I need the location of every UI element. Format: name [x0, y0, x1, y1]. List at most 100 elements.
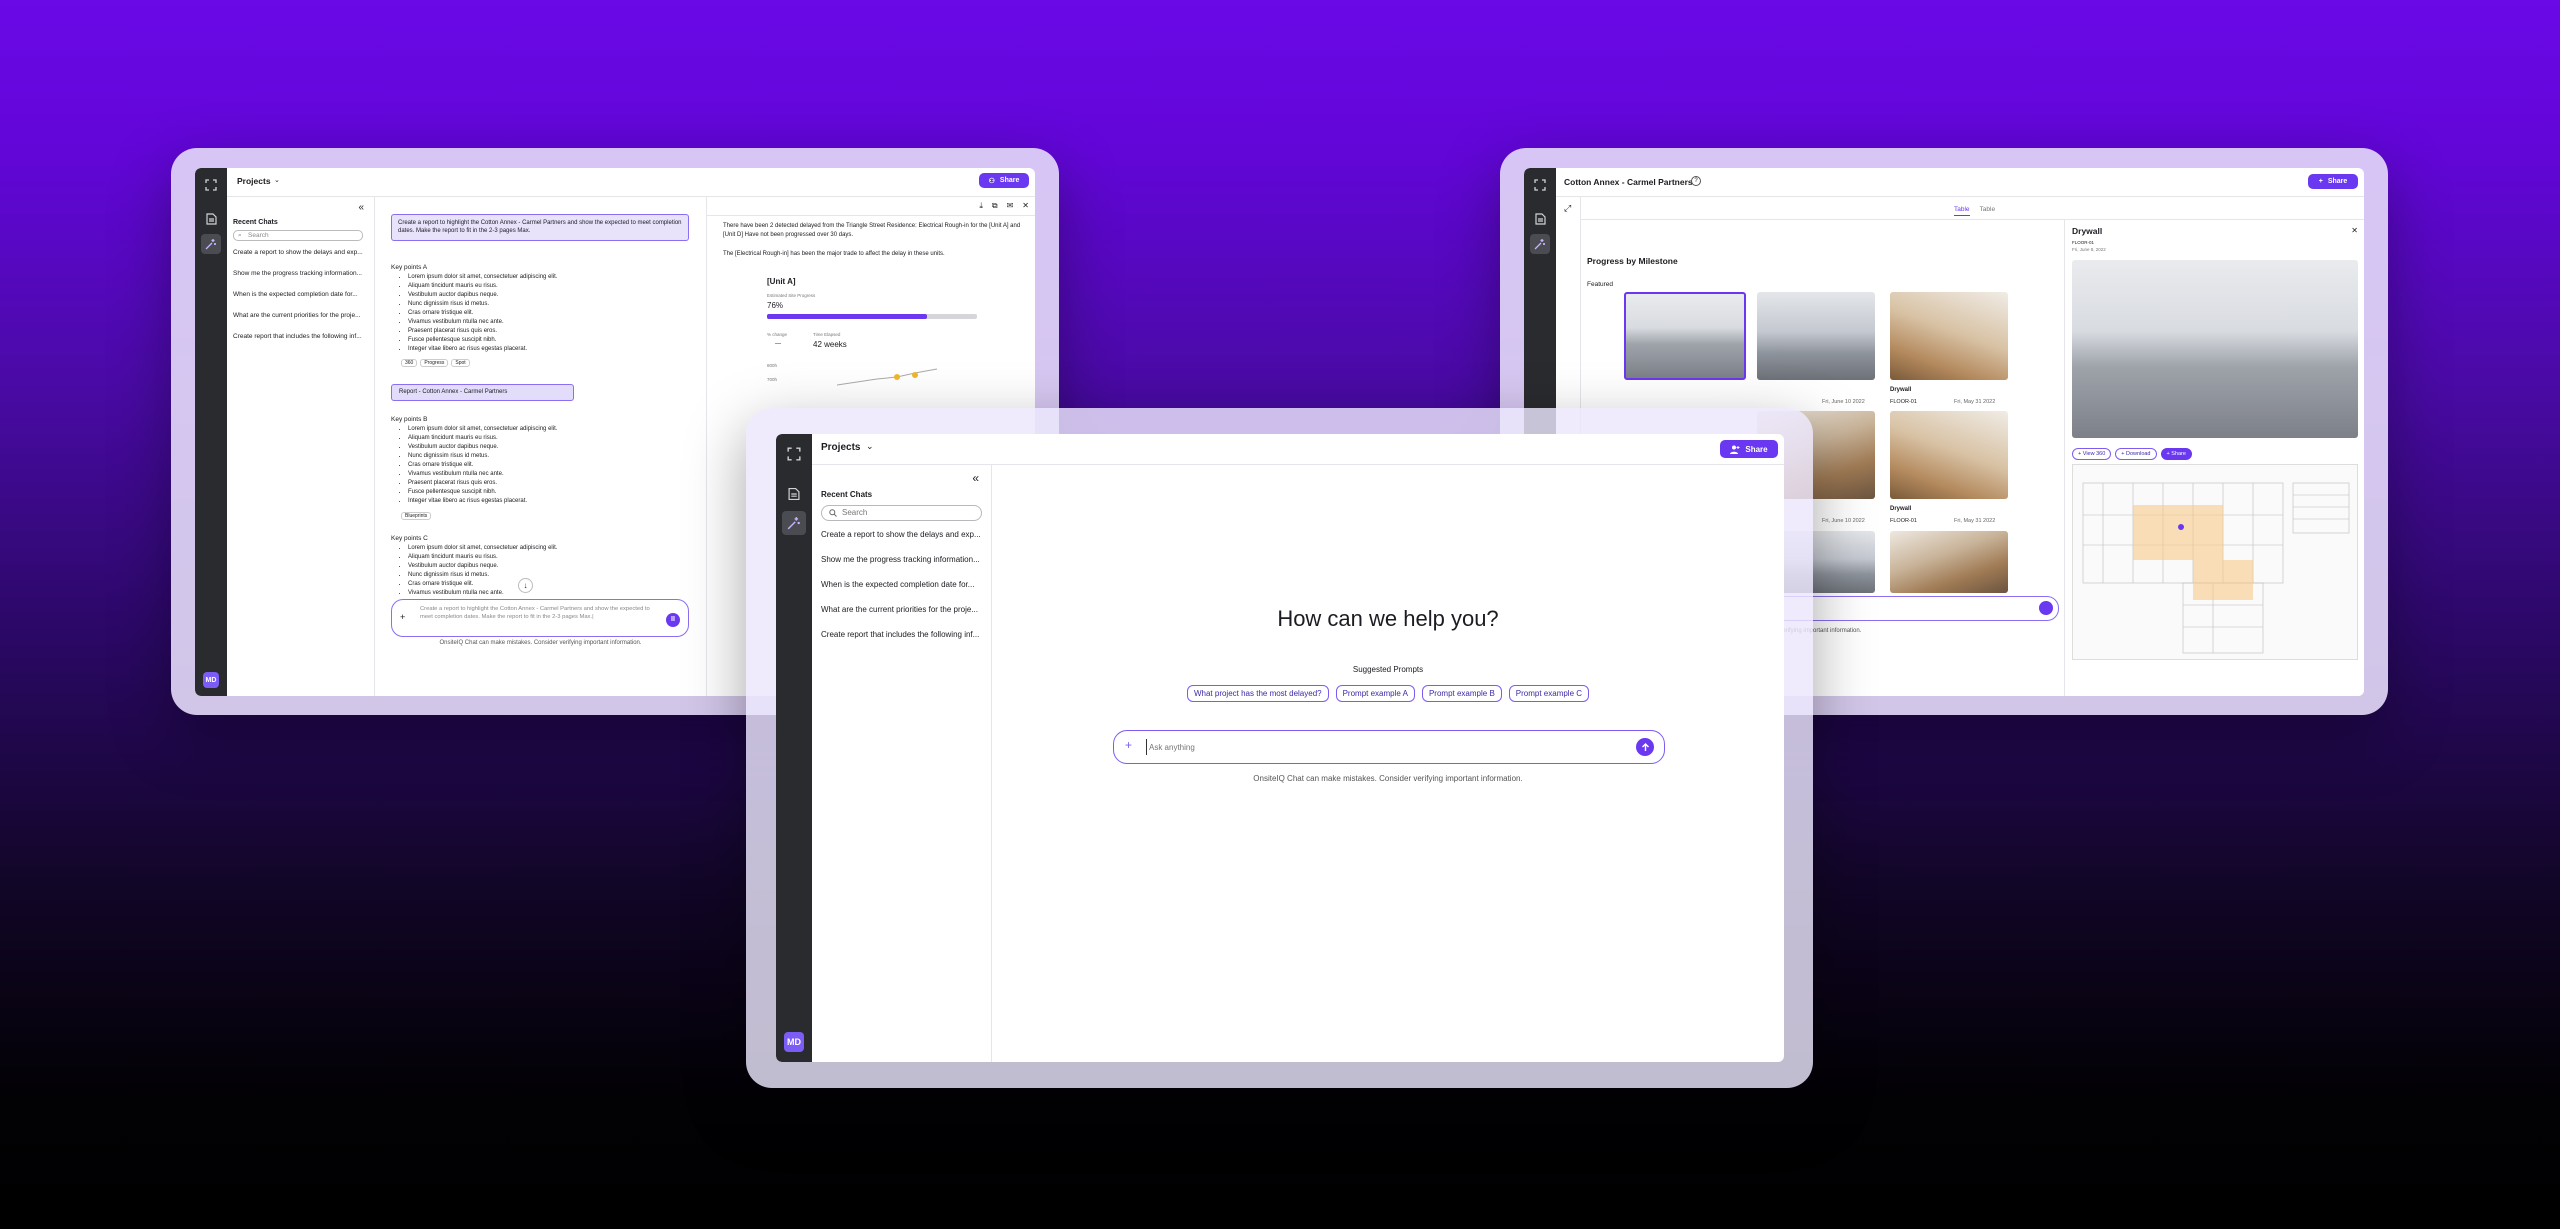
download-icon[interactable]: ⤓ [979, 201, 983, 211]
share-button[interactable]: + Share [2308, 174, 2358, 189]
user-message-bubble: Create a report to highlight the Cotton … [391, 214, 689, 241]
search-input[interactable]: ⌕ Search [233, 230, 363, 241]
arrow-up-icon[interactable] [1636, 738, 1654, 756]
bullet-item: Cras ornare tristique elit. [408, 309, 678, 318]
center-sidebar-rail: MD [776, 434, 812, 1062]
expand-icon[interactable] [1531, 176, 1549, 194]
recent-chat-item[interactable]: Create report that includes the followin… [233, 333, 373, 354]
featured-label: Featured [1587, 281, 1614, 288]
left-recent-panel: « Recent Chats ⌕ Search Create a report t… [227, 197, 375, 696]
report-chip[interactable]: Report - Cotton Annex - Carmel Partners [391, 384, 574, 401]
share-user-icon: ⚇ [988, 177, 995, 185]
chevron-down-icon[interactable]: ⌄ [866, 441, 874, 452]
projects-title[interactable]: Projects [237, 176, 271, 186]
sparkle-icon[interactable] [1530, 234, 1550, 254]
bullet-item: Praesent placerat risus quis eros. [408, 479, 678, 488]
download-button[interactable]: + Download [2115, 448, 2157, 460]
stat-change-label: % change [767, 332, 788, 337]
arrow-up-icon[interactable] [2039, 601, 2053, 615]
copy-icon[interactable]: ⧉ [992, 201, 998, 211]
milestone-photo[interactable] [1624, 292, 1746, 380]
unit-title: [Unit A] [767, 277, 796, 286]
composer-text[interactable]: Create a report to highlight the Cotton … [420, 606, 660, 621]
milestone-photo[interactable] [1890, 292, 2008, 380]
plus-icon[interactable]: + [1125, 738, 1132, 752]
tag-360[interactable]: 360 [401, 359, 418, 367]
bullet-item: Lorem ipsum dolor sit amet, consectetuer… [408, 273, 678, 282]
panel-360-photo[interactable] [2072, 260, 2358, 438]
milestone-photo[interactable] [1757, 292, 1875, 380]
recent-chat-item[interactable]: When is the expected completion date for… [233, 291, 373, 312]
tag-blueprints[interactable]: Blueprints [401, 512, 432, 520]
projects-title[interactable]: Projects [821, 442, 860, 453]
user-avatar[interactable]: MD [203, 672, 219, 688]
left-disclaimer: OnsiteIQ Chat can make mistakes. Conside… [439, 640, 642, 646]
double-chevron-left-icon[interactable]: « [972, 471, 979, 485]
floorplan-image[interactable] [2072, 464, 2358, 660]
tab-table-active[interactable]: Table [1954, 206, 1970, 216]
center-disclaimer: OnsiteIQ Chat can make mistakes. Conside… [1253, 774, 1523, 783]
expand-icon[interactable] [783, 443, 805, 465]
recent-chat-item[interactable]: Show me the progress tracking informatio… [233, 270, 373, 291]
expand-icon[interactable]: ⤢ [1564, 203, 1571, 214]
chevron-down-icon[interactable]: ⌄ [274, 176, 280, 184]
recent-chat-list: Create a report to show the delays and e… [233, 249, 373, 354]
center-window-screen: MD Projects ⌄ Share « Recent Chats Searc… [776, 434, 1784, 1062]
stat-time-value: 42 weeks [813, 340, 847, 349]
document-icon[interactable] [1531, 210, 1549, 228]
double-chevron-left-icon[interactable]: « [358, 202, 364, 213]
bullet-item: Aliquam tincidunt mauris eu risus. [408, 553, 678, 562]
recent-chat-item[interactable]: Create report that includes the followin… [821, 630, 987, 655]
bullet-item: Nunc dignissim risus id metus. [408, 300, 678, 309]
bullet-item: Cras ornare tristique elit. [408, 461, 678, 470]
recent-chat-item[interactable]: Create a report to show the delays and e… [233, 249, 373, 270]
mail-icon[interactable]: ✉ [1007, 201, 1014, 211]
card-title: Drywall [1890, 506, 1912, 512]
search-input[interactable]: Search [821, 505, 982, 521]
recent-chat-item[interactable]: What are the current priorities for the … [233, 312, 373, 333]
milestone-photo[interactable] [1890, 411, 2008, 499]
prompt-chip[interactable]: Prompt example B [1421, 685, 1502, 702]
stat-change-value: — [775, 341, 781, 347]
report-toolbar: ⤓ ⧉ ✉ ✕ [979, 201, 1029, 211]
pause-icon[interactable]: II [666, 613, 680, 627]
progress-label: Estimated Site Progress [767, 293, 816, 298]
share-button[interactable]: ⚇ Share [979, 173, 1029, 188]
report-paragraph-1: There have been 2 detected delayed from … [723, 223, 1021, 238]
recent-chat-item[interactable]: When is the expected completion date for… [821, 580, 987, 605]
recent-chat-item[interactable]: Show me the progress tracking informatio… [821, 555, 987, 580]
recent-chat-item[interactable]: What are the current priorities for the … [821, 605, 987, 630]
document-icon[interactable] [783, 483, 805, 505]
panel-share-button[interactable]: + Share [2160, 448, 2192, 460]
prompt-chip[interactable]: What project has the most delayed? [1186, 685, 1329, 702]
prompt-chip[interactable]: Prompt example C [1508, 685, 1590, 702]
bullet-item: Lorem ipsum dolor sit amet, consectetuer… [408, 425, 678, 434]
close-icon[interactable]: ✕ [2351, 226, 2358, 235]
share-user-icon [1730, 445, 1740, 454]
mini-axis-label: 800h [767, 363, 778, 368]
arrow-down-icon[interactable]: ↓ [518, 578, 533, 593]
plus-icon[interactable]: + [400, 612, 405, 622]
recent-chats-title: Recent Chats [821, 490, 873, 499]
prompt-chip[interactable]: Prompt example A [1335, 685, 1415, 702]
user-avatar[interactable]: MD [784, 1032, 804, 1052]
left-composer: + Create a report to highlight the Cotto… [391, 599, 689, 637]
tab-table[interactable]: Table [1980, 206, 1996, 216]
ask-input[interactable] [1146, 739, 1616, 755]
right-header-title: Cotton Annex - Carmel Partners [1564, 177, 1693, 187]
close-icon[interactable]: ✕ [1022, 201, 1029, 211]
sparkle-icon[interactable] [782, 511, 806, 535]
help-circle-icon[interactable]: ? [1691, 176, 1701, 186]
recent-chat-item[interactable]: Create a report to show the delays and e… [821, 530, 987, 555]
document-icon[interactable] [202, 210, 220, 228]
expand-icon[interactable] [202, 176, 220, 194]
tag-spot[interactable]: Spot [451, 359, 470, 367]
sparkle-icon[interactable] [201, 234, 221, 254]
tag-row: 360 Progress Spot [401, 359, 470, 367]
tag-progress[interactable]: Progress [420, 359, 449, 367]
share-button[interactable]: Share [1720, 440, 1778, 458]
view-360-button[interactable]: + View 360 [2072, 448, 2112, 460]
card-date: Fri, June 10 2022 [1822, 518, 1865, 524]
milestone-photo[interactable] [1890, 531, 2008, 593]
section-title: Progress by Milestone [1587, 256, 1678, 266]
